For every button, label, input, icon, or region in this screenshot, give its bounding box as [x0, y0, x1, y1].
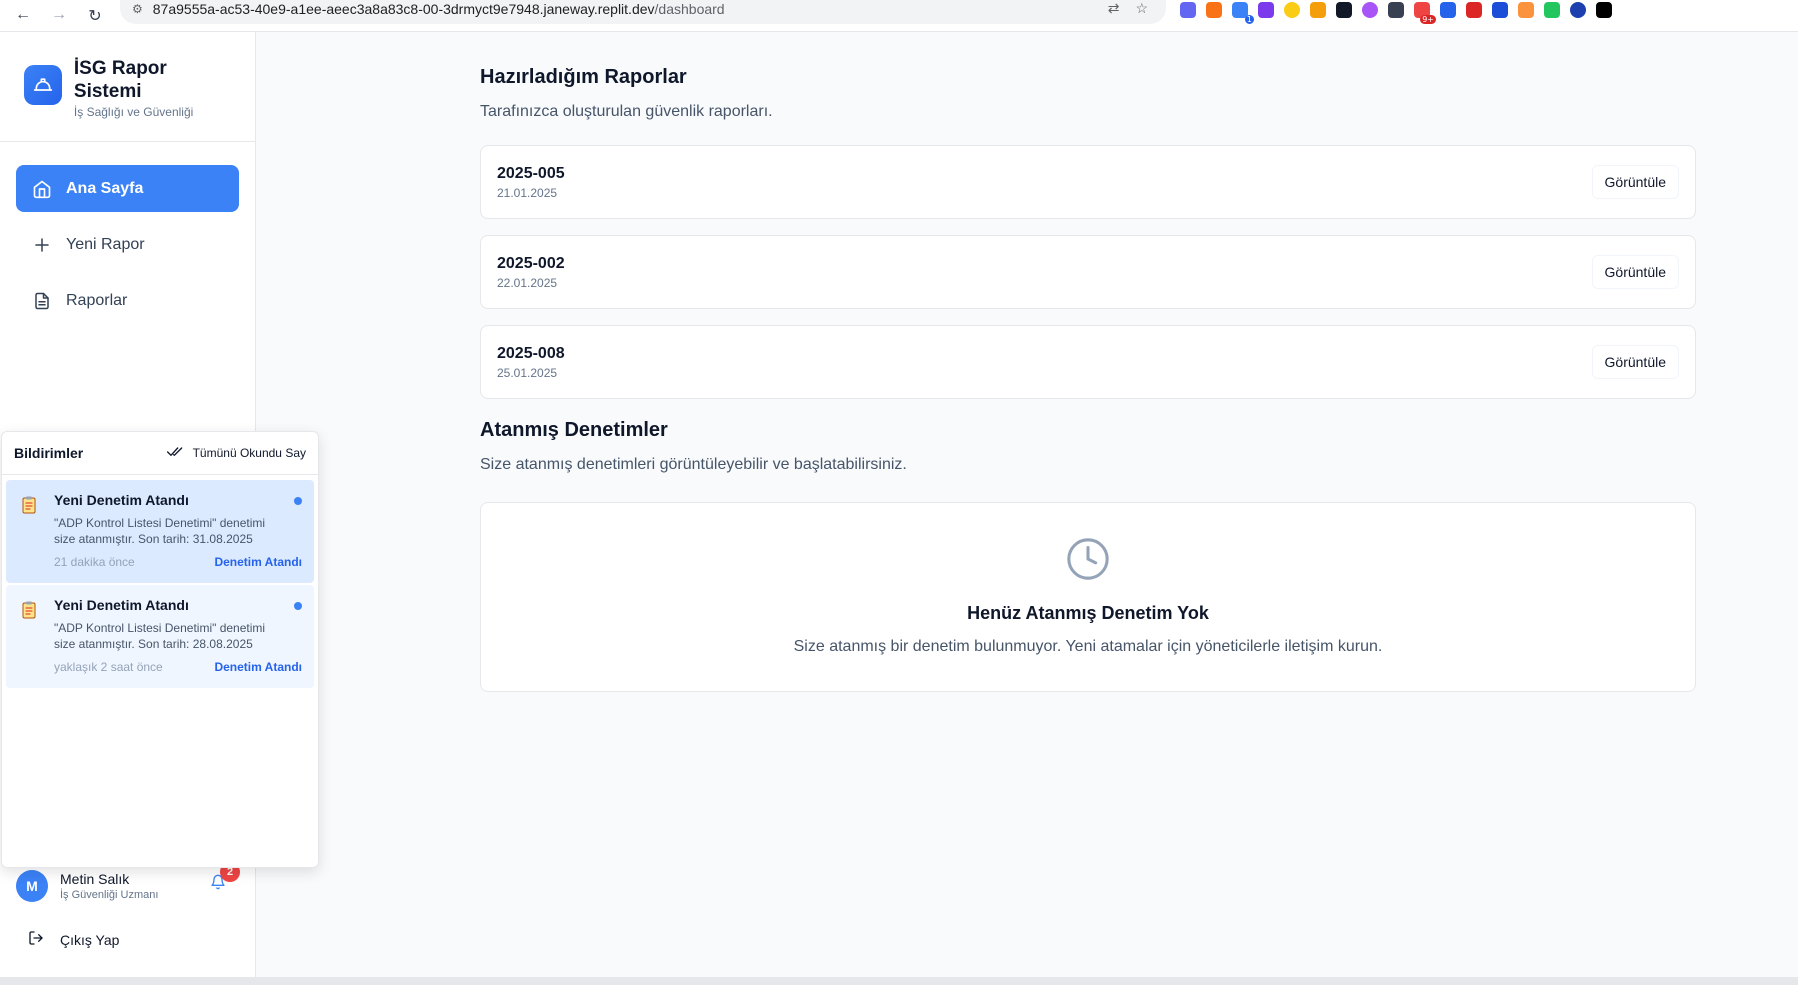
- main-nav: Ana Sayfa Yeni Rapor Raporlar: [0, 142, 255, 356]
- notifications-title: Bildirimler: [14, 445, 84, 461]
- notification-title: Yeni Denetim Atandı: [54, 597, 189, 613]
- hard-hat-icon: [24, 65, 62, 105]
- report-id: 2025-005: [497, 164, 565, 182]
- extension-icon[interactable]: 1: [1232, 2, 1254, 24]
- url-host: 87a9555a-ac53-40e9-a1ee-aeec3a8a83c8-00-…: [152, 1, 655, 17]
- nav-item-label: Yeni Rapor: [66, 235, 145, 253]
- user-name: Metin Salık: [60, 871, 130, 887]
- main-content: Hazırladığım Raporlar Tarafınızca oluştu…: [480, 32, 1696, 692]
- reports-list: 2025-005 21.01.2025 Görüntüle 2025-002 2…: [480, 145, 1696, 399]
- extension-icon[interactable]: [1388, 2, 1404, 18]
- translate-icon[interactable]: ⇄: [1108, 0, 1120, 17]
- notifications-popover: Bildirimler Tümünü Okundu Say Yeni Denet…: [1, 431, 319, 868]
- extension-icon[interactable]: [1206, 2, 1222, 18]
- notification-message: "ADP Kontrol Listesi Denetimi" denetimi …: [54, 621, 266, 651]
- audits-empty-state: Henüz Atanmış Denetim Yok Size atanmış b…: [480, 502, 1696, 692]
- avatar: M: [16, 870, 48, 902]
- extension-icon[interactable]: 9+: [1414, 2, 1436, 24]
- brand-title: İSG Rapor Sistemi: [73, 58, 167, 102]
- clipboard-icon: [22, 496, 36, 519]
- nav-item-raporlar[interactable]: Raporlar: [16, 277, 239, 324]
- extension-icon[interactable]: [1362, 2, 1378, 18]
- bottom-edge: [0, 977, 1798, 985]
- back-icon[interactable]: ←: [14, 6, 32, 26]
- notification-time: yaklaşık 2 saat önce: [54, 660, 163, 674]
- unread-dot: [294, 602, 302, 610]
- extension-icon[interactable]: [1336, 2, 1352, 18]
- report-date: 22.01.2025: [497, 275, 558, 290]
- notification-tag: Denetim Atandı: [214, 555, 302, 569]
- report-date: 25.01.2025: [497, 365, 558, 380]
- extension-badge: 1: [1244, 15, 1254, 24]
- brand: İSG Rapor Sistemi İş Sağlığı ve Güvenliğ…: [0, 32, 255, 142]
- extension-icon[interactable]: [1310, 2, 1326, 18]
- bookmark-star-icon[interactable]: ☆: [1135, 0, 1148, 17]
- notifications-list: Yeni Denetim Atandı "ADP Kontrol Listesi…: [2, 475, 318, 695]
- nav-item-ana-sayfa[interactable]: Ana Sayfa: [16, 165, 239, 212]
- audits-section-title: Atanmış Denetimler: [480, 419, 668, 441]
- clock-icon: [1065, 536, 1111, 587]
- nav-item-label: Ana Sayfa: [66, 179, 144, 197]
- logout-button[interactable]: Çıkış Yap: [28, 930, 119, 949]
- plus-icon: [32, 235, 52, 255]
- report-card: 2025-008 25.01.2025 Görüntüle: [480, 325, 1696, 399]
- extensions-bar: 1 9+: [1180, 0, 1612, 24]
- user-profile: M Metin Salık İş Güvenliği Uzmanı 2: [16, 862, 240, 902]
- extension-icon[interactable]: [1492, 2, 1508, 18]
- double-check-icon: [166, 446, 183, 461]
- notification-message: "ADP Kontrol Listesi Denetimi" denetimi …: [54, 516, 266, 546]
- extension-icon[interactable]: [1570, 2, 1586, 18]
- extension-icon[interactable]: [1284, 2, 1300, 18]
- empty-state-description: Size atanmış bir denetim bulunmuyor. Yen…: [793, 638, 1383, 655]
- extension-icon[interactable]: [1596, 2, 1612, 18]
- view-report-button[interactable]: Görüntüle: [1591, 255, 1679, 289]
- view-report-button[interactable]: Görüntüle: [1591, 345, 1679, 379]
- extension-icon[interactable]: [1518, 2, 1534, 18]
- view-report-button[interactable]: Görüntüle: [1591, 165, 1679, 199]
- report-card: 2025-005 21.01.2025 Görüntüle: [480, 145, 1696, 219]
- notification-item[interactable]: Yeni Denetim Atandı "ADP Kontrol Listesi…: [6, 585, 314, 688]
- url-path: /dashboard: [654, 1, 725, 17]
- extension-icon[interactable]: [1544, 2, 1560, 18]
- audits-section-description: Size atanmış denetimleri görüntüleyebili…: [480, 456, 907, 473]
- browser-toolbar: ← → ↻ ⚙ 87a9555a-ac53-40e9-a1ee-aeec3a8a…: [0, 0, 1798, 32]
- nav-item-yeni-rapor[interactable]: Yeni Rapor: [16, 221, 239, 268]
- reports-section-title: Hazırladığım Raporlar: [480, 66, 687, 88]
- report-id: 2025-008: [497, 344, 565, 362]
- notification-time: 21 dakika önce: [54, 555, 135, 569]
- report-date: 21.01.2025: [497, 185, 558, 200]
- forward-icon[interactable]: →: [50, 6, 68, 26]
- notification-item[interactable]: Yeni Denetim Atandı "ADP Kontrol Listesi…: [6, 480, 314, 583]
- extension-icon[interactable]: [1258, 2, 1274, 18]
- address-bar[interactable]: ⚙ 87a9555a-ac53-40e9-a1ee-aeec3a8a83c8-0…: [120, 0, 1166, 24]
- site-settings-icon[interactable]: ⚙: [132, 2, 143, 16]
- notification-title: Yeni Denetim Atandı: [54, 492, 189, 508]
- notification-tag: Denetim Atandı: [214, 660, 302, 674]
- home-icon: [32, 179, 52, 199]
- notifications-button[interactable]: 2: [210, 862, 240, 896]
- logout-label: Çıkış Yap: [60, 931, 120, 948]
- empty-state-title: Henüz Atanmış Denetim Yok: [967, 603, 1209, 623]
- browser-nav: ← → ↻: [0, 6, 120, 26]
- unread-dot: [294, 497, 302, 505]
- notifications-header: Bildirimler Tümünü Okundu Say: [2, 432, 318, 475]
- extension-icon[interactable]: [1180, 2, 1196, 18]
- brand-subtitle: İş Sağlığı ve Güvenliği: [73, 105, 194, 119]
- nav-item-label: Raporlar: [66, 291, 128, 309]
- extension-icon[interactable]: [1466, 2, 1482, 18]
- document-icon: [32, 291, 52, 311]
- mark-all-read-button[interactable]: Tümünü Okundu Say: [166, 446, 306, 461]
- extension-badge: 9+: [1420, 15, 1436, 24]
- extension-icon[interactable]: [1440, 2, 1456, 18]
- reload-icon[interactable]: ↻: [86, 6, 104, 26]
- report-card: 2025-002 22.01.2025 Görüntüle: [480, 235, 1696, 309]
- report-id: 2025-002: [497, 254, 565, 272]
- reports-section-description: Tarafınızca oluşturulan güvenlik raporla…: [480, 103, 773, 120]
- mark-all-read-label: Tümünü Okundu Say: [192, 446, 306, 460]
- user-role: İş Güvenliği Uzmanı: [60, 889, 159, 901]
- logout-icon: [28, 930, 44, 949]
- clipboard-icon: [22, 601, 36, 624]
